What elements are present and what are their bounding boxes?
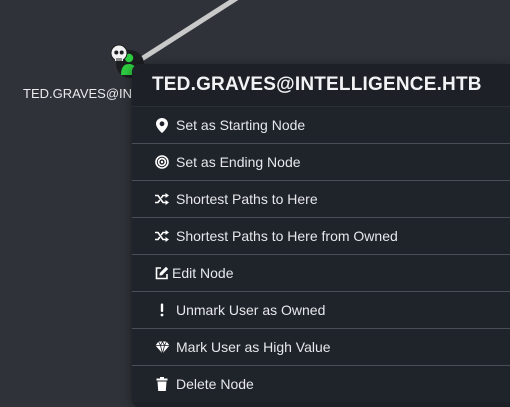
random-icon	[154, 228, 170, 244]
shortest-paths-here-label: Shortest Paths to Here	[176, 191, 318, 207]
unmark-owned-item[interactable]: Unmark User as Owned	[132, 291, 510, 328]
shortest-paths-owned-item[interactable]: Shortest Paths to Here from Owned	[132, 217, 510, 254]
mark-high-value-item[interactable]: Mark User as High Value	[132, 328, 510, 365]
context-menu-title: TED.GRAVES@INTELLIGENCE.HTB	[132, 64, 510, 107]
delete-node-item[interactable]: Delete Node	[132, 365, 510, 402]
node-context-menu: TED.GRAVES@INTELLIGENCE.HTB Set as Start…	[132, 64, 510, 407]
exclamation-icon	[154, 302, 170, 318]
trash-icon	[154, 376, 170, 392]
set-ending-node-item[interactable]: Set as Ending Node	[132, 143, 510, 180]
context-menu-items: Set as Starting Node Set as Ending Node …	[132, 107, 510, 402]
mark-high-value-label: Mark User as High Value	[176, 339, 331, 355]
gem-icon	[154, 339, 170, 355]
edit-node-item[interactable]: Edit Node	[132, 254, 510, 291]
edit-node-label: Edit Node	[172, 265, 234, 281]
set-starting-node-label: Set as Starting Node	[176, 117, 306, 133]
graph-canvas[interactable]: TED.GRAVES@INTELLIGENCE.HTB TED.GRAVES@I…	[0, 0, 510, 407]
set-ending-node-label: Set as Ending Node	[176, 154, 301, 170]
edit-icon	[154, 265, 170, 281]
random-icon	[154, 191, 170, 207]
set-starting-node-item[interactable]: Set as Starting Node	[132, 107, 510, 143]
shortest-paths-here-item[interactable]: Shortest Paths to Here	[132, 180, 510, 217]
map-marker-icon	[154, 117, 170, 133]
unmark-owned-label: Unmark User as Owned	[176, 302, 326, 318]
bullseye-icon	[154, 154, 170, 170]
delete-node-label: Delete Node	[176, 376, 254, 392]
shortest-paths-owned-label: Shortest Paths to Here from Owned	[176, 228, 398, 244]
